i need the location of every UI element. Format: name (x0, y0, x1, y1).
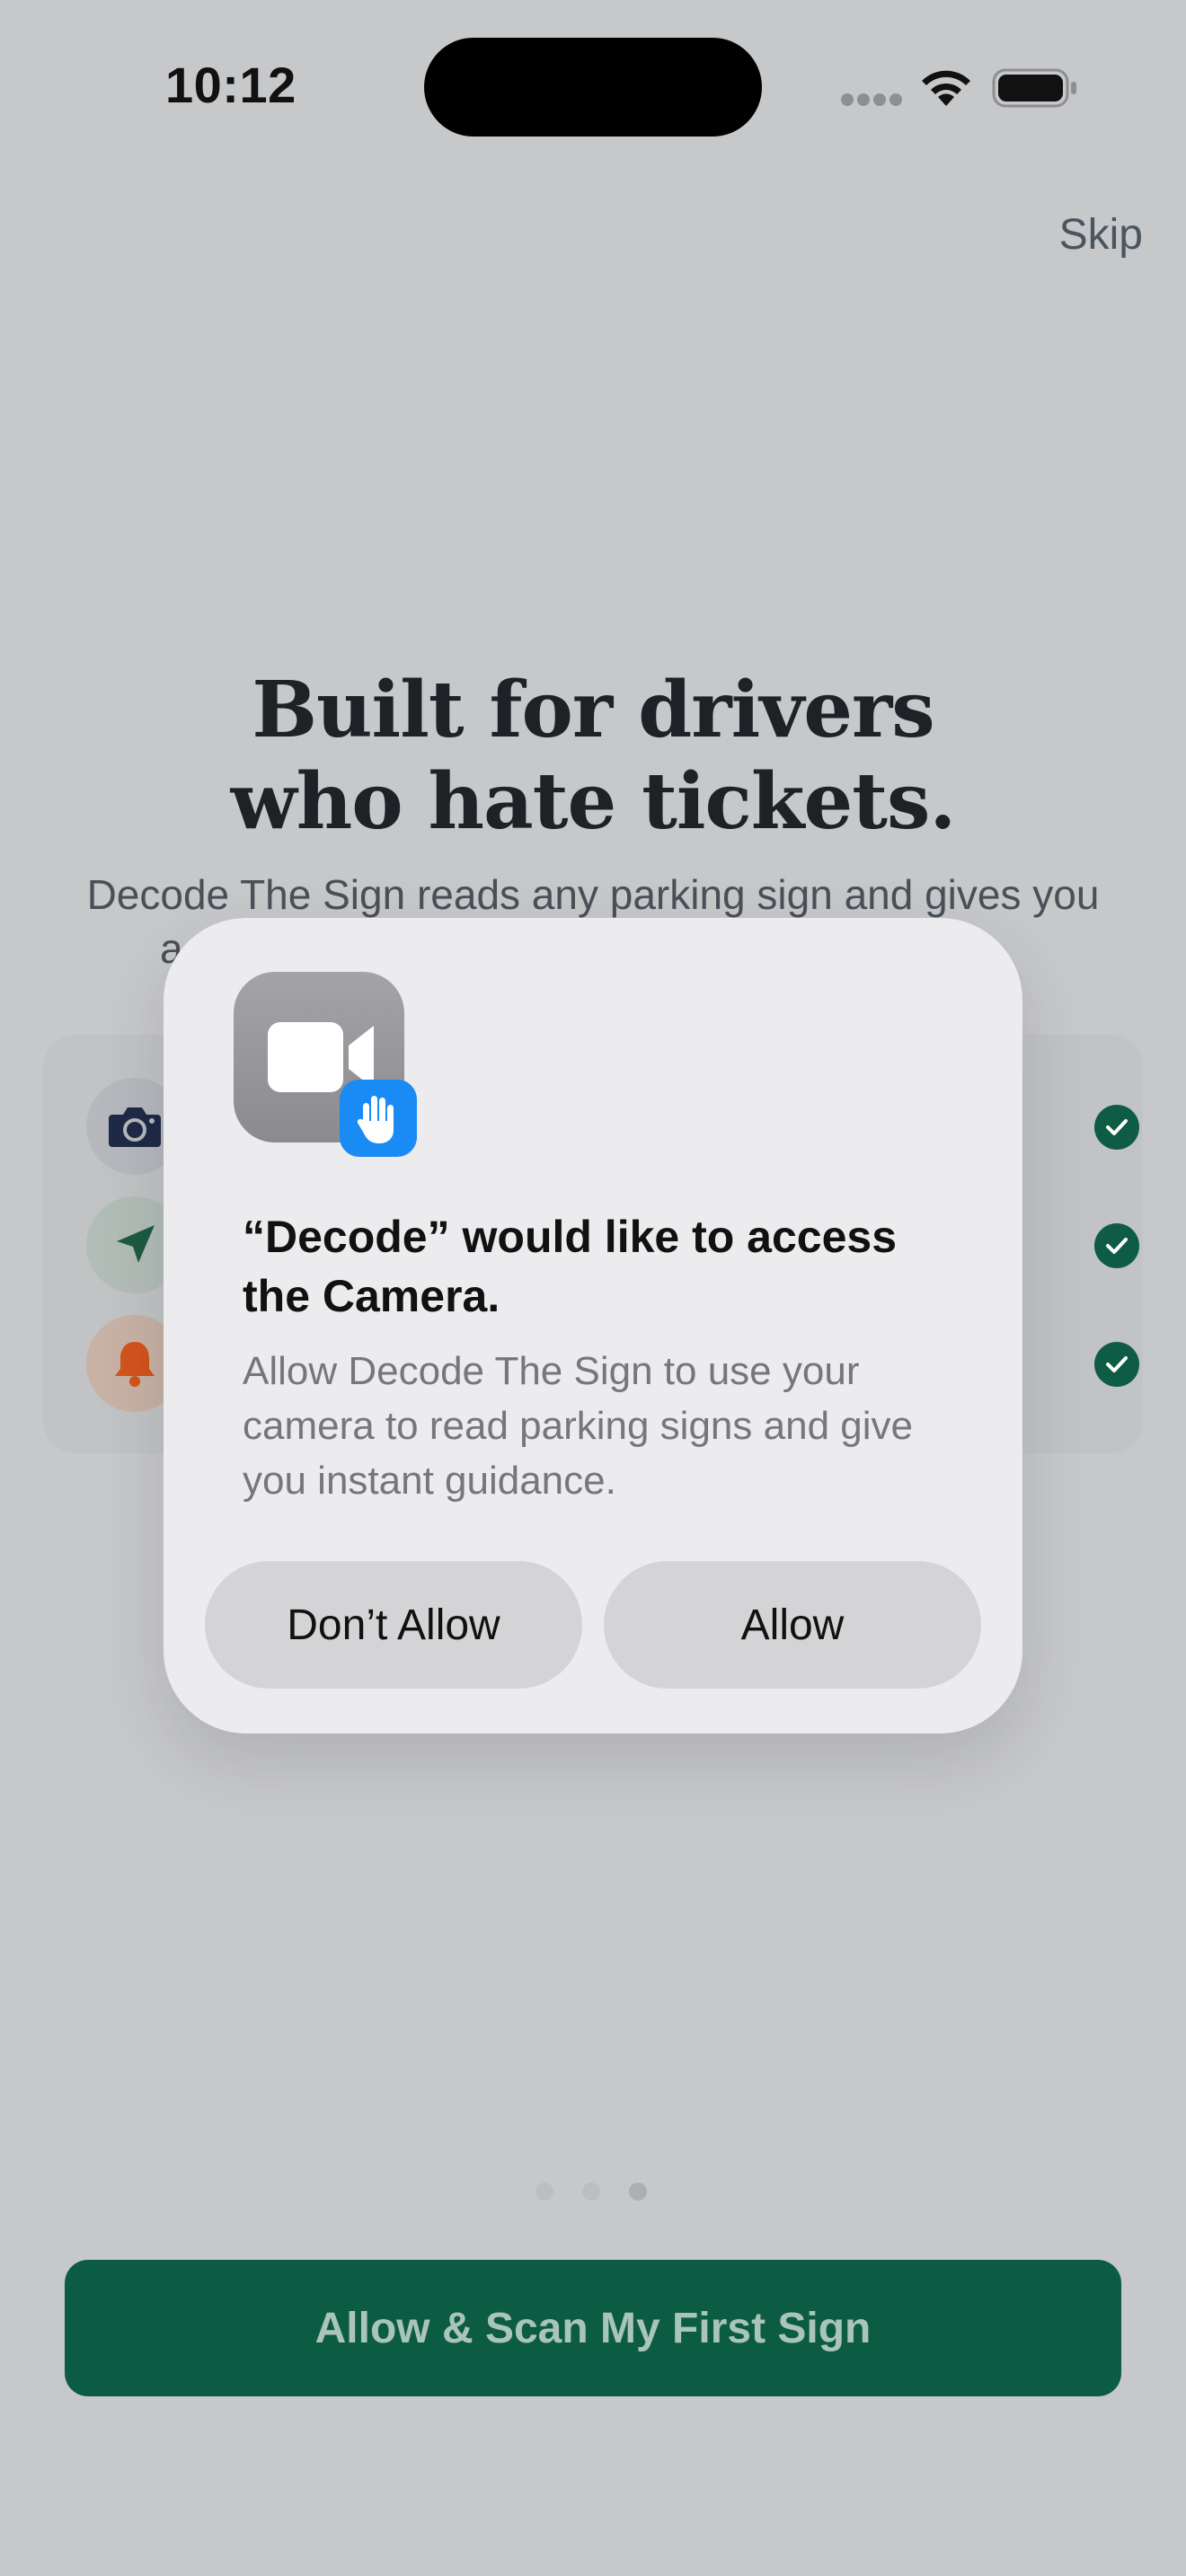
battery-icon (992, 68, 1076, 108)
camera-permission-alert: “Decode” would like to access the Camera… (164, 918, 1022, 1734)
feature-check-icon (1094, 1342, 1139, 1387)
alert-title: “Decode” would like to access the Camera… (243, 1212, 898, 1321)
location-arrow-icon (117, 1225, 155, 1263)
page-dot (535, 2183, 553, 2201)
subtitle-line-1: Decode The Sign reads any parking sign a… (86, 871, 1100, 918)
wifi-icon (922, 70, 970, 106)
camera-icon (109, 1107, 161, 1147)
dynamic-island (424, 38, 762, 137)
allow-and-scan-button[interactable]: Allow & Scan My First Sign (65, 2260, 1121, 2396)
page-dot (582, 2183, 600, 2201)
status-time: 10:12 (165, 57, 296, 113)
headline-line-2: who hate tickets. (230, 756, 957, 847)
feature-check-icon (1094, 1105, 1139, 1150)
allow-button[interactable]: Allow (604, 1561, 981, 1689)
status-bar: 10:12 (0, 0, 1186, 180)
page-title: Built for drivers who hate tickets. (0, 665, 1186, 848)
bell-icon (115, 1342, 155, 1387)
skip-button[interactable]: Skip (1059, 210, 1143, 260)
alert-message: Allow Decode The Sign to use your camera… (243, 1349, 913, 1503)
headline-line-1: Built for drivers (252, 665, 934, 755)
page-indicator (535, 2183, 652, 2201)
feature-check-icon (1094, 1223, 1139, 1268)
page-dot-active (629, 2183, 647, 2201)
cellular-signal-icon (841, 93, 902, 106)
dont-allow-button[interactable]: Don’t Allow (205, 1561, 582, 1689)
raised-hand-icon (340, 1080, 417, 1157)
